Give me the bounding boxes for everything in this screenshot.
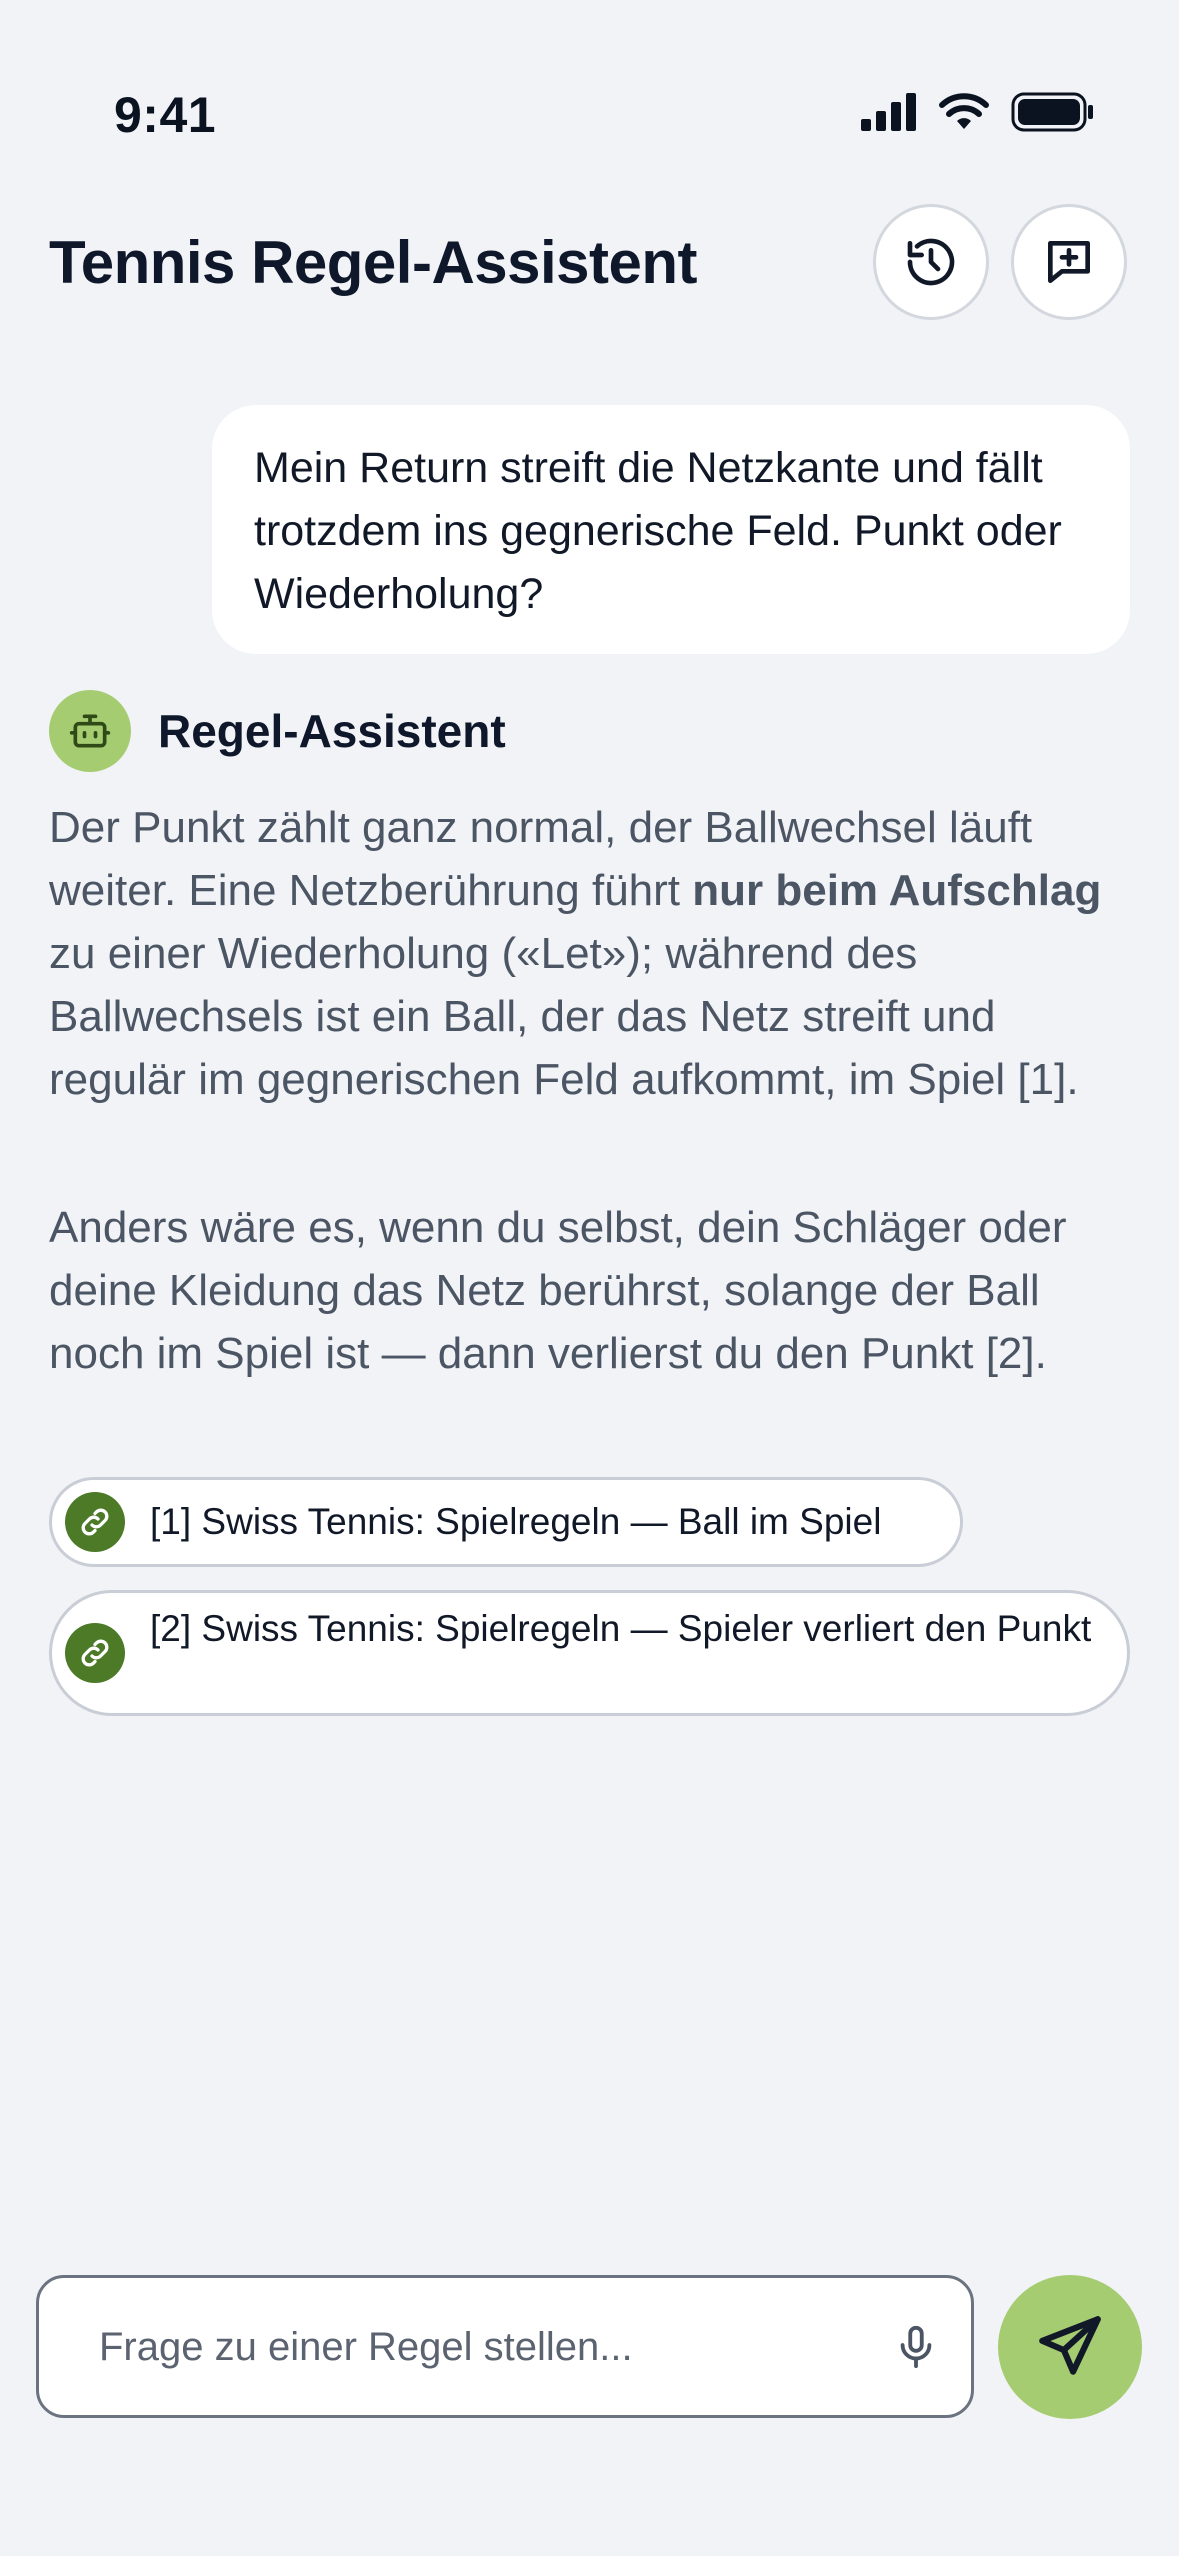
link-icon [65,1492,125,1552]
assistant-header: Regel-Assistent [49,690,506,772]
answer-emphasis: nur beim Aufschlag [692,866,1102,915]
new-chat-button[interactable] [1011,204,1127,320]
microphone-icon [900,2325,932,2369]
history-button[interactable] [873,204,989,320]
send-button[interactable] [998,2275,1142,2419]
wifi-icon [939,93,989,129]
answer-paragraph-1: Der Punkt zählt ganz normal, der Ballwec… [49,796,1139,1111]
microphone-button[interactable] [881,2312,951,2382]
source-chip-1[interactable]: [1] Swiss Tennis: Spielregeln — Ball im … [49,1477,963,1567]
link-icon [65,1623,125,1683]
user-message-bubble: Mein Return streift die Netzkante und fä… [212,405,1130,654]
battery-icon [1011,92,1093,132]
message-composer [36,2275,974,2418]
question-input[interactable] [97,2278,861,2417]
app-header: Tennis Regel-Assistent [0,190,1179,340]
status-bar: 9:41 [0,0,1179,200]
source-label: [1] Swiss Tennis: Spielregeln — Ball im … [150,1501,882,1542]
history-icon [907,238,955,286]
assistant-avatar [49,690,131,772]
answer-text: zu einer Wiederholung («Let»); während d… [49,929,1079,1104]
source-label: [2] Swiss Tennis: Spielregeln — Spieler … [150,1608,1092,1649]
page-title: Tennis Regel-Assistent [49,229,698,296]
robot-icon [69,714,111,748]
status-icons [861,92,1095,132]
cellular-signal-icon [861,93,916,131]
send-icon [1039,2316,1101,2375]
assistant-name: Regel-Assistent [158,705,506,757]
new-chat-icon [1048,241,1090,283]
status-time: 9:41 [114,87,217,143]
answer-paragraph-2: Anders wäre es, wenn du selbst, dein Sch… [49,1203,1067,1378]
source-chip-2[interactable]: [2] Swiss Tennis: Spielregeln — Spieler … [49,1590,1130,1716]
